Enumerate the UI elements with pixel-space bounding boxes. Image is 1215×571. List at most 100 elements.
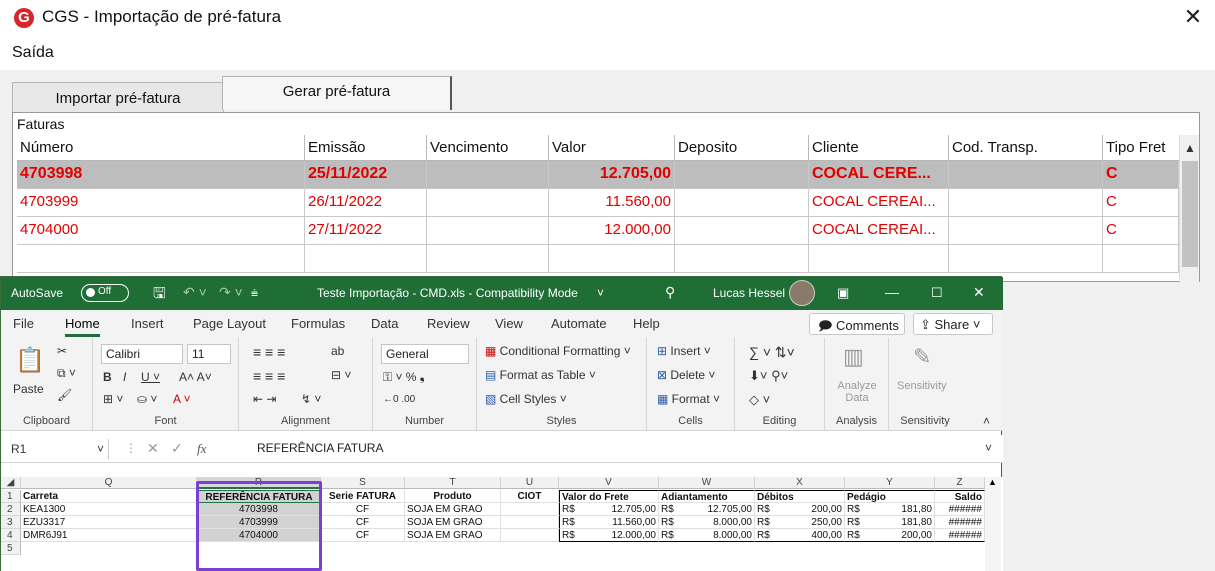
worksheet-grid[interactable]: ◢ Q R S T U V W X Y Z 1 2 3 4 5 Carreta …	[1, 477, 1003, 571]
copy-icon[interactable]: ⧉ ˅	[57, 366, 76, 381]
row-header-2[interactable]: 2	[1, 503, 21, 516]
table-row-vencimento[interactable]	[427, 217, 549, 245]
column-header-numero[interactable]: Número	[17, 135, 305, 161]
align-left-icon[interactable]: ≡ ≡ ≡	[253, 368, 285, 384]
cell-adiantamento[interactable]: 8.000,00	[687, 516, 755, 529]
cell-carreta[interactable]: DMR6J91	[21, 529, 197, 542]
column-header-valor[interactable]: Valor	[549, 135, 675, 161]
close-icon[interactable]: ✕	[973, 284, 985, 301]
clear-icon[interactable]: ◇ ˅	[749, 392, 770, 408]
avatar[interactable]	[789, 280, 815, 306]
minimize-icon[interactable]: —	[885, 284, 899, 300]
table-row-valor[interactable]: 12.705,00	[549, 161, 675, 189]
fill-icon[interactable]: ⬇˅ ⚲˅	[749, 368, 788, 384]
currency-icon[interactable]: ⚿ ˅ % ❟	[383, 370, 425, 385]
table-row-vencimento[interactable]	[427, 161, 549, 189]
cell-ciot[interactable]	[501, 503, 559, 516]
ribbon-display-icon[interactable]: ▣	[837, 285, 849, 301]
format-cells-button[interactable]: ▦ Format ˅	[657, 392, 720, 406]
undo-icon[interactable]: ↶ ˅	[183, 284, 207, 301]
tab-review[interactable]: Review	[427, 316, 470, 331]
cell-produto[interactable]: SOJA EM GRAO	[405, 503, 501, 516]
analyze-data-icon[interactable]: ▥	[843, 344, 864, 370]
sheet-vertical-scrollbar[interactable]: ▲	[985, 477, 1001, 571]
table-row-numero[interactable]: 4703999	[17, 189, 305, 217]
column-header-w[interactable]: W	[659, 477, 755, 489]
cell-frete-currency[interactable]: R$	[559, 529, 591, 542]
formula-input[interactable]: REFERÊNCIA FATURA	[257, 441, 383, 455]
increase-font-icon[interactable]: A˄ A˅	[179, 370, 212, 384]
analyze-data-button[interactable]: Analyze Data	[837, 380, 877, 404]
select-all-corner[interactable]: ◢	[1, 477, 21, 489]
cell-pedagio[interactable]: 181,80	[873, 516, 935, 529]
vertical-scrollbar[interactable]: ▲	[1179, 135, 1199, 283]
cell-header-carreta[interactable]: Carreta	[21, 490, 197, 503]
paste-button[interactable]: Paste	[13, 382, 44, 396]
cell-adiantamento-currency[interactable]: R$	[659, 529, 687, 542]
table-row-deposito[interactable]	[675, 217, 809, 245]
font-name-select[interactable]: Calibri	[101, 344, 183, 364]
cell-ciot[interactable]	[501, 529, 559, 542]
cell-header-valor-do-frete[interactable]: Valor do Frete	[559, 490, 659, 503]
cell-header-saldo[interactable]: Saldo	[935, 490, 985, 503]
cell-header-adiantamento[interactable]: Adiantamento	[659, 490, 755, 503]
row-header-1[interactable]: 1	[1, 490, 21, 503]
font-color-icon[interactable]: A ˅	[173, 392, 191, 406]
conditional-formatting-button[interactable]: ▦ Conditional Formatting ˅	[485, 344, 631, 358]
column-header-vencimento[interactable]: Vencimento	[427, 135, 549, 161]
close-icon[interactable]: ✕	[1178, 4, 1208, 30]
paste-icon[interactable]: 📋	[15, 346, 45, 375]
merge-icon[interactable]: ⊟ ˅	[331, 368, 351, 382]
name-box[interactable]: R1 ˅	[5, 439, 109, 459]
delete-cells-button[interactable]: ⊠ Delete ˅	[657, 368, 715, 382]
save-icon[interactable]: 🖫	[153, 283, 166, 308]
table-row-valor[interactable]: 12.000,00	[549, 217, 675, 245]
tab-view[interactable]: View	[495, 316, 523, 331]
table-row-cod-transp[interactable]	[949, 217, 1103, 245]
table-row-valor[interactable]: 11.560,00	[549, 189, 675, 217]
align-top-icon[interactable]: ≡ ≡ ≡	[253, 344, 285, 360]
table-row-emissao[interactable]: 26/11/2022	[305, 189, 427, 217]
cell-debitos[interactable]: 250,00	[783, 516, 845, 529]
column-header-emissao[interactable]: Emissão	[305, 135, 427, 161]
tab-help[interactable]: Help	[633, 316, 660, 331]
cell-debitos-currency[interactable]: R$	[755, 529, 783, 542]
format-painter-icon[interactable]: 🖌	[57, 388, 72, 402]
scrollbar-thumb[interactable]	[1182, 161, 1198, 267]
table-row-cliente[interactable]: COCAL CERE...	[809, 161, 949, 189]
cell-saldo[interactable]: ######	[935, 503, 985, 516]
table-row-emissao[interactable]: 27/11/2022	[305, 217, 427, 245]
italic-icon[interactable]: I	[123, 370, 126, 384]
column-header-s[interactable]: S	[321, 477, 405, 489]
cell-pedagio-currency[interactable]: R$	[845, 516, 873, 529]
cell-saldo[interactable]: ######	[935, 529, 985, 542]
cell-frete-currency[interactable]: R$	[559, 503, 591, 516]
decimal-icon[interactable]: ←0 .00	[383, 394, 415, 405]
tab-automate[interactable]: Automate	[551, 316, 607, 331]
cell-debitos[interactable]: 200,00	[783, 503, 845, 516]
workbook-title[interactable]: Teste Importação - CMD.xls - Compatibili…	[317, 286, 578, 300]
cell-valor-do-frete[interactable]: 12.705,00	[591, 503, 659, 516]
table-row-numero[interactable]: 4704000	[17, 217, 305, 245]
tab-formulas[interactable]: Formulas	[291, 316, 345, 331]
tab-page-layout[interactable]: Page Layout	[193, 316, 266, 331]
cell-debitos-currency[interactable]: R$	[755, 503, 783, 516]
table-row-cliente[interactable]: COCAL CEREAI...	[809, 217, 949, 245]
expand-formula-icon[interactable]: ˅	[985, 441, 992, 455]
table-row-cliente[interactable]: COCAL CEREAI...	[809, 189, 949, 217]
cell-frete-currency[interactable]: R$	[559, 516, 591, 529]
share-button[interactable]: ⇪ Share ˅	[913, 313, 993, 335]
cell-valor-do-frete[interactable]: 11.560,00	[591, 516, 659, 529]
tab-home[interactable]: Home	[65, 316, 100, 337]
column-header-z[interactable]: Z	[935, 477, 985, 489]
cell-header-pedagio[interactable]: Pedágio	[845, 490, 935, 503]
cell-header-serie-fatura[interactable]: Serie FATURA	[321, 490, 405, 503]
collapse-ribbon-icon[interactable]: ˄	[983, 414, 990, 428]
column-header-tipo-frete[interactable]: Tipo Fret	[1103, 135, 1179, 161]
column-header-x[interactable]: X	[755, 477, 845, 489]
tab-file[interactable]: File	[13, 316, 34, 331]
tab-data[interactable]: Data	[371, 316, 398, 331]
column-header-t[interactable]: T	[405, 477, 501, 489]
table-row-tipo-frete[interactable]: C	[1103, 217, 1179, 245]
cell-adiantamento[interactable]: 12.705,00	[687, 503, 755, 516]
